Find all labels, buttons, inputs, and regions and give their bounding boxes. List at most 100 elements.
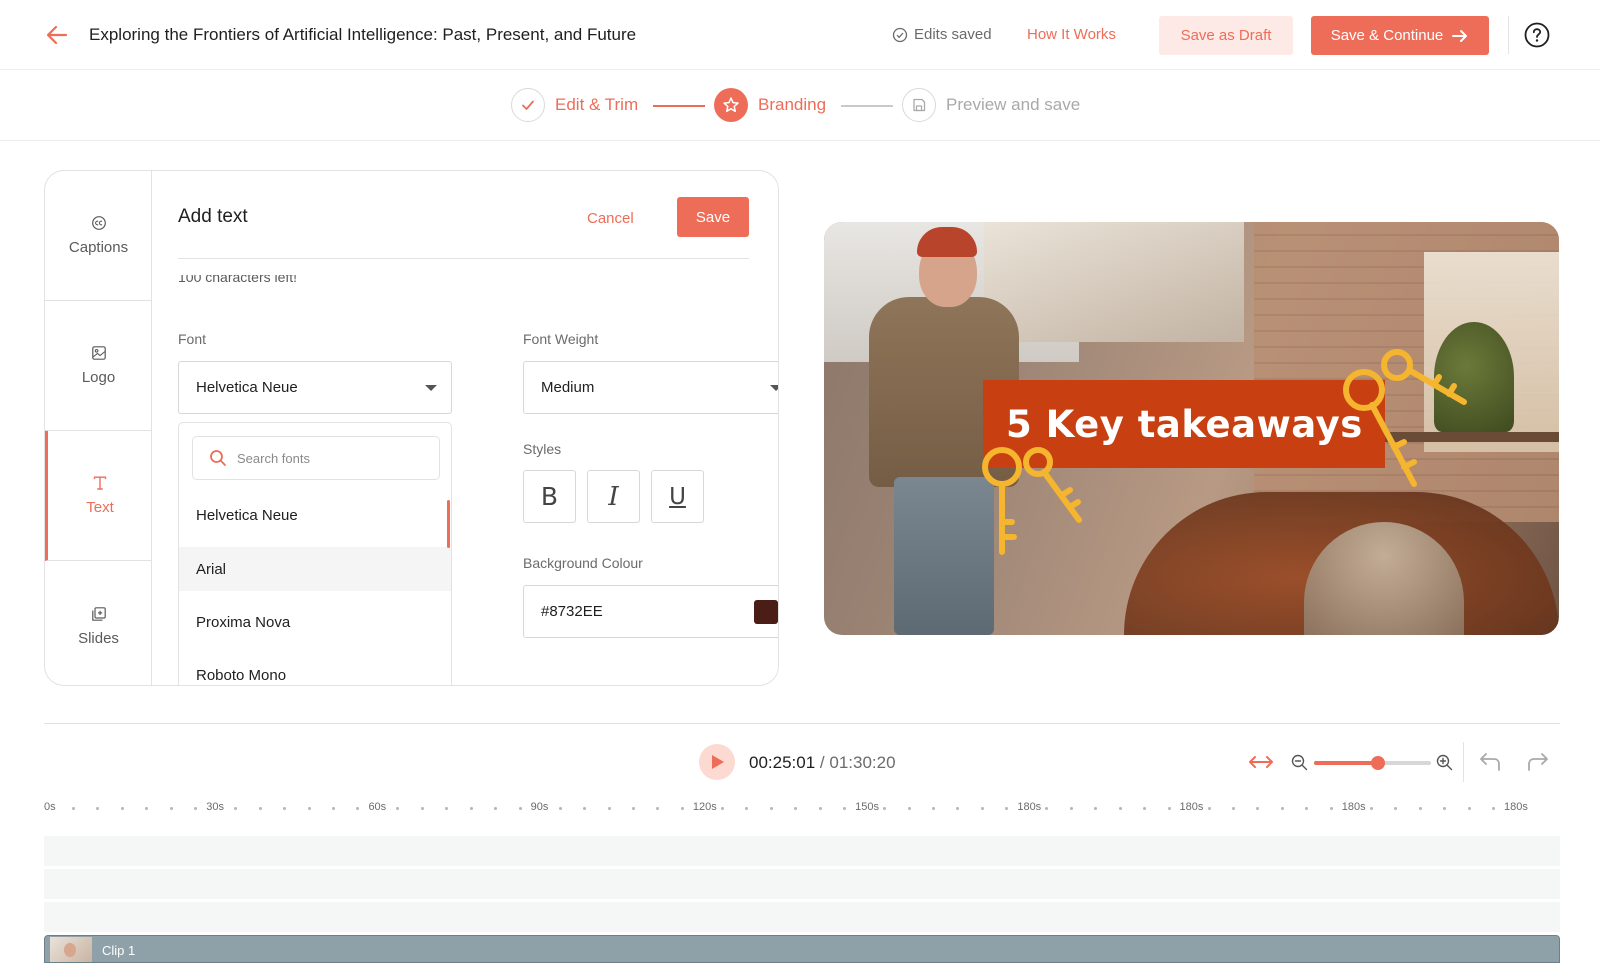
timeline-ruler: 0s 30s 60s 90s 120s 150s 180s 180s 180s 180s	[44, 801, 1560, 817]
ruler-tick-dot	[656, 807, 660, 810]
background-colour-input[interactable]: #8732EE	[523, 585, 778, 638]
ruler-tick-dot	[956, 807, 960, 810]
italic-button[interactable]: I	[587, 470, 640, 523]
ruler-tick-dot	[1167, 807, 1171, 810]
ruler-tick-dot	[1207, 807, 1211, 810]
ruler-tick-dot	[145, 807, 149, 810]
edits-saved-status: Edits saved	[892, 26, 992, 43]
clip-thumbnail	[50, 937, 92, 962]
font-search-box	[192, 436, 440, 480]
ruler-tick-dot	[1369, 807, 1373, 810]
ruler-tick-label: 180s	[1504, 801, 1528, 813]
undo-icon[interactable]	[1478, 750, 1502, 779]
sidebar-item-label: Slides	[78, 629, 119, 647]
timeline-track[interactable]	[44, 836, 1560, 866]
fit-width-icon[interactable]	[1248, 753, 1274, 776]
ruler-tick-dot	[332, 807, 335, 810]
ruler-tick-dot	[1329, 807, 1333, 810]
ruler-tick-dot	[1443, 807, 1447, 810]
cancel-button[interactable]: Cancel	[587, 210, 634, 227]
ruler-tick-dot	[1069, 807, 1073, 810]
step-edit-trim[interactable]: Edit & Trim	[511, 88, 638, 122]
ruler-tick-dot	[980, 807, 984, 810]
video-preview[interactable]: 5 Key takeaways	[824, 222, 1559, 635]
check-circle-icon	[892, 27, 908, 42]
playback-time: 00:25:01 / 01:30:20	[749, 753, 896, 773]
font-search-input[interactable]	[237, 450, 417, 466]
step-branding[interactable]: Branding	[714, 88, 826, 122]
font-weight-select[interactable]: Medium	[523, 361, 778, 414]
check-icon	[511, 88, 545, 122]
save-and-continue-button[interactable]: Save & Continue	[1311, 16, 1489, 55]
ruler-tick-dot	[1094, 807, 1098, 810]
current-time: 00:25:01	[749, 753, 816, 772]
dropdown-scrollbar[interactable]	[447, 500, 450, 548]
image-icon	[91, 346, 106, 360]
ruler-tick-dot	[1280, 807, 1284, 810]
background-colour-value: #8732EE	[541, 603, 603, 620]
sidebar-item-label: Logo	[81, 369, 116, 386]
ruler-tick-dot	[1467, 807, 1471, 810]
font-select[interactable]: Helvetica Neue	[178, 361, 452, 414]
ruler-tick-dot	[843, 807, 847, 810]
zoom-slider[interactable]	[1314, 756, 1431, 770]
ruler-tick-dot	[258, 807, 262, 810]
save-button[interactable]: Save	[677, 197, 749, 237]
play-button[interactable]	[699, 744, 735, 780]
ruler-tick-label: 30s	[206, 801, 224, 813]
panel-title: Add text	[178, 206, 248, 227]
ruler-tick-dot	[907, 807, 911, 810]
ruler-tick-dot	[396, 807, 400, 810]
italic-icon: I	[608, 481, 619, 512]
step-preview-save[interactable]: Preview and save	[902, 88, 1080, 122]
save-as-draft-button[interactable]: Save as Draft	[1159, 16, 1293, 55]
ruler-tick-dot	[356, 807, 360, 810]
underline-button[interactable]: U	[651, 470, 704, 523]
header-divider	[1508, 16, 1509, 54]
font-option-proxima-nova[interactable]: Proxima Nova	[179, 600, 451, 644]
ruler-tick-dot	[72, 807, 75, 810]
timeline-divider	[44, 723, 1560, 724]
ruler-tick-label: 180s	[1179, 801, 1204, 813]
font-option-roboto-mono[interactable]: Roboto Mono	[179, 653, 451, 685]
step-connector	[841, 105, 893, 107]
search-icon	[210, 450, 226, 466]
step-connector	[653, 105, 705, 107]
redo-icon[interactable]	[1526, 750, 1550, 779]
font-select-value: Helvetica Neue	[196, 379, 298, 396]
how-it-works-link[interactable]: How It Works	[1027, 26, 1116, 43]
chevron-down-icon	[770, 385, 778, 391]
sidebar-item-captions[interactable]: Captions	[45, 171, 152, 301]
video-clip[interactable]: Clip 1	[44, 935, 1560, 963]
sidebar-item-logo[interactable]: Logo	[45, 301, 152, 431]
ruler-tick-label: 180s	[1017, 801, 1042, 813]
font-option-arial[interactable]: Arial	[179, 547, 451, 591]
sidebar-item-text[interactable]: Text	[45, 431, 152, 561]
ruler-tick-dot	[818, 807, 822, 810]
ruler-tick-dot	[518, 807, 522, 810]
timeline-track[interactable]	[44, 869, 1560, 899]
help-icon[interactable]	[1524, 22, 1550, 48]
branding-sidebar: Captions Logo Text Slides	[45, 171, 152, 685]
zoom-slider-fill	[1314, 761, 1379, 765]
step-label: Preview and save	[946, 95, 1081, 114]
ruler-tick-dot	[169, 807, 173, 810]
slides-icon	[91, 606, 106, 621]
font-option-helvetica-neue[interactable]: Helvetica Neue	[179, 493, 451, 537]
bold-button[interactable]: B	[523, 470, 576, 523]
ruler-tick-dot	[1256, 807, 1260, 810]
ruler-tick-dot	[794, 807, 798, 810]
font-weight-value: Medium	[541, 379, 595, 396]
zoom-in-icon[interactable]	[1436, 754, 1453, 776]
save-continue-label: Save & Continue	[1330, 27, 1444, 44]
sidebar-item-slides[interactable]: Slides	[45, 561, 152, 685]
ruler-tick-dot	[469, 807, 473, 810]
characters-left-hint: 100 characters left!	[178, 275, 298, 285]
ruler-tick-dot	[720, 807, 724, 810]
timeline-track[interactable]	[44, 902, 1560, 932]
ruler-tick-dot	[680, 807, 684, 810]
zoom-out-icon[interactable]	[1291, 754, 1308, 776]
zoom-slider-thumb[interactable]	[1371, 756, 1386, 770]
colour-swatch[interactable]	[754, 600, 778, 624]
back-arrow-icon[interactable]	[44, 22, 70, 48]
